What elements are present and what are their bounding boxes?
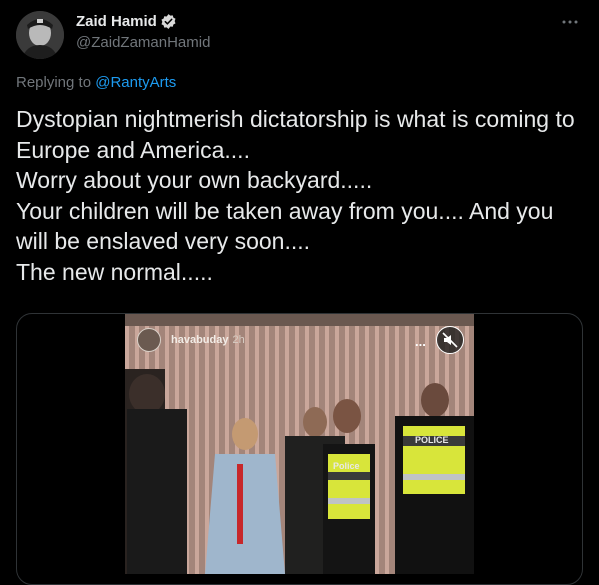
verified-badge-icon [160, 13, 177, 30]
vest-label-right: POLICE [415, 435, 449, 445]
vest-label-center: Police [333, 461, 360, 471]
avatar-image [16, 11, 64, 59]
tweet-line: The new normal..... [16, 258, 213, 285]
author-name-row[interactable]: Zaid Hamid [76, 13, 177, 30]
story-username: havabuday 2h [171, 334, 245, 346]
tweet-line: Worry about your own backyard..... [16, 167, 373, 193]
story-avatar [137, 328, 161, 352]
author-handle[interactable]: @ZaidZamanHamid [76, 34, 210, 51]
video-player[interactable]: POLICE Police havabuday 2h ... [125, 314, 474, 574]
media-card[interactable]: POLICE Police havabuday 2h ... [16, 313, 583, 585]
story-username-text: havabuday [171, 334, 229, 346]
video-frame-image: POLICE Police [125, 314, 474, 574]
author-display-name[interactable]: Zaid Hamid [76, 13, 157, 30]
tweet-line: Dystopian nightmerish dictatorship is wh… [16, 106, 582, 163]
tweet-text: Dystopian nightmerish dictatorship is wh… [16, 104, 591, 287]
reply-target-link[interactable]: @RantyArts [95, 74, 176, 91]
replying-to: Replying to @RantyArts [16, 74, 176, 91]
replying-to-prefix: Replying to [16, 74, 96, 91]
story-time: 2h [232, 334, 245, 346]
tweet-line: Your children will be taken away from yo… [16, 197, 560, 255]
mute-toggle-button[interactable] [436, 326, 464, 354]
more-options-icon[interactable] [559, 11, 581, 33]
speaker-muted-icon [442, 332, 458, 348]
avatar[interactable] [16, 11, 64, 59]
story-menu-icon: ... [415, 334, 426, 349]
